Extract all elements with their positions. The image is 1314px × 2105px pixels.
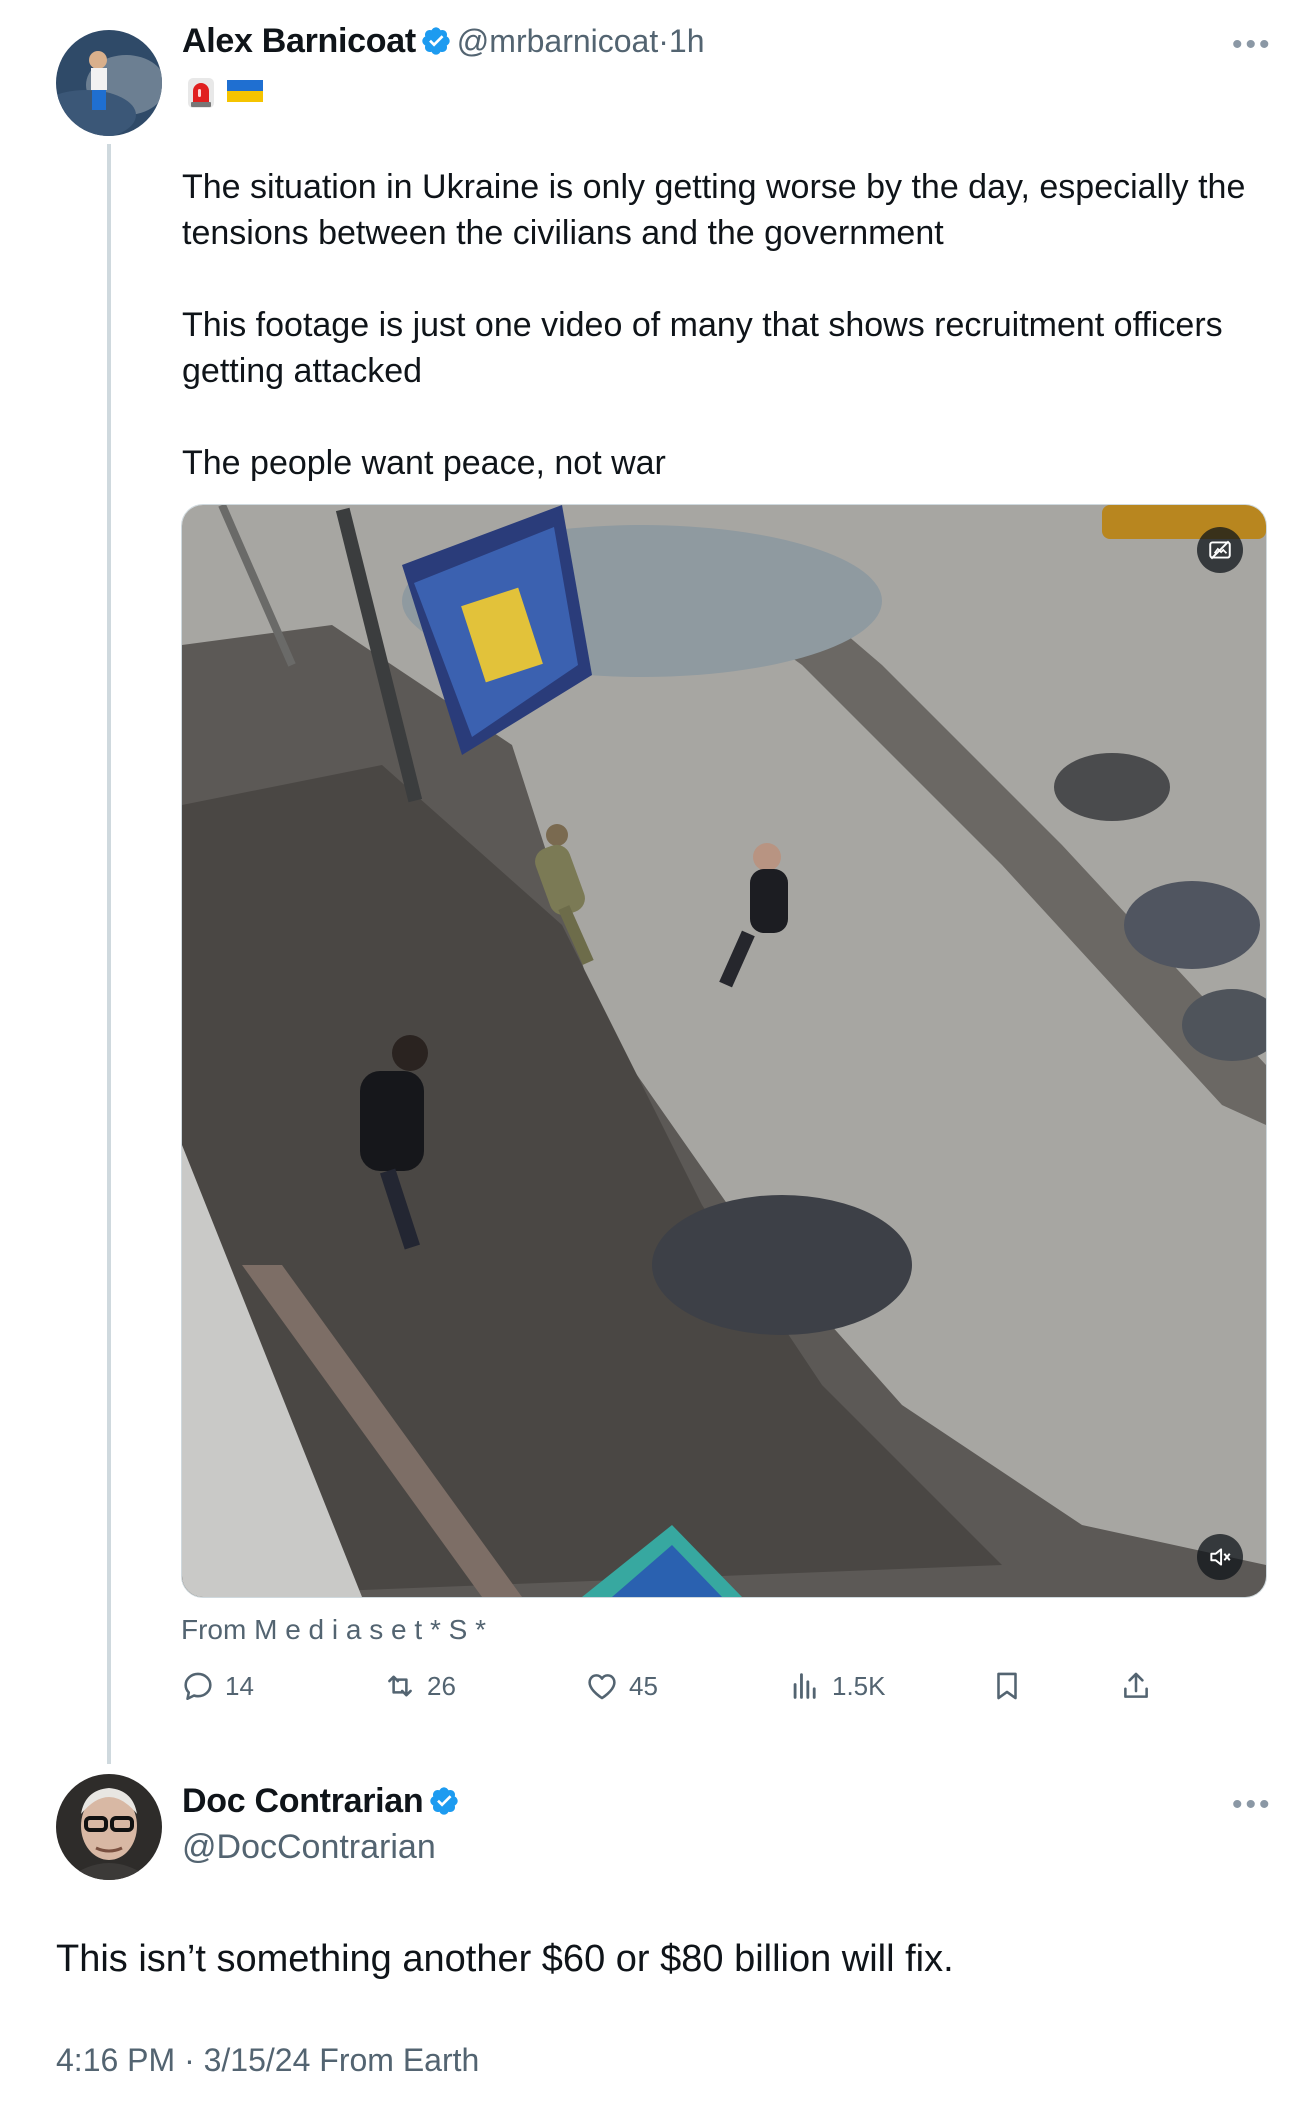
tweet-video[interactable] <box>181 504 1267 1598</box>
profile-flair <box>186 76 264 110</box>
views-button[interactable]: 1.5K <box>788 1669 886 1703</box>
heart-icon <box>588 1674 616 1700</box>
dot-separator: · <box>658 23 669 59</box>
thread-line <box>107 144 111 1764</box>
reply-button[interactable]: 14 <box>181 1669 254 1703</box>
verified-badge-icon <box>422 27 451 55</box>
bookmark-button[interactable] <box>990 1669 1024 1703</box>
reply-header: Doc Contrarian <box>182 1782 460 1821</box>
share-button[interactable] <box>1119 1669 1153 1703</box>
media-source[interactable]: From M e d i a s e t * S * <box>181 1614 486 1646</box>
views-chart-icon <box>793 1673 816 1699</box>
rotating-light-icon <box>188 78 214 108</box>
reply-more-options-icon[interactable]: ••• <box>1232 1790 1273 1820</box>
more-options-icon[interactable]: ••• <box>1232 30 1273 60</box>
reply-timestamp[interactable]: 4:16 PM · 3/15/24 From Earth <box>56 2042 479 2079</box>
view-count: 1.5K <box>832 1670 886 1701</box>
video-frame <box>182 505 1266 1597</box>
retweet-icon <box>388 1675 412 1697</box>
mute-icon[interactable] <box>1197 1534 1243 1580</box>
sensitive-media-icon[interactable] <box>1197 527 1243 573</box>
tweet-header: Alex Barnicoat @mrbarnicoat·1h <box>182 22 704 61</box>
share-icon <box>1124 1672 1148 1698</box>
reply-author-avatar[interactable] <box>56 1774 162 1880</box>
like-count: 45 <box>629 1670 658 1701</box>
author-handle[interactable]: @mrbarnicoat <box>457 23 658 59</box>
ukraine-flag-icon <box>227 80 263 102</box>
tweet-text: The situation in Ukraine is only getting… <box>182 168 1246 482</box>
reply-count: 14 <box>225 1670 254 1701</box>
author-avatar[interactable] <box>56 30 162 136</box>
reply-author-name[interactable]: Doc Contrarian <box>182 1782 424 1820</box>
reply-text: This isn’t something another $60 or $80 … <box>56 1938 954 1980</box>
like-button[interactable]: 45 <box>585 1669 658 1703</box>
reply-icon <box>184 1672 212 1701</box>
retweet-button[interactable]: 26 <box>383 1669 456 1703</box>
bookmark-icon <box>997 1672 1017 1700</box>
verified-badge-icon <box>430 1787 458 1815</box>
retweet-count: 26 <box>427 1670 456 1701</box>
author-name[interactable]: Alex Barnicoat <box>182 22 416 60</box>
reply-author-handle[interactable]: @DocContrarian <box>182 1828 436 1867</box>
tweet-time[interactable]: 1h <box>669 23 705 59</box>
